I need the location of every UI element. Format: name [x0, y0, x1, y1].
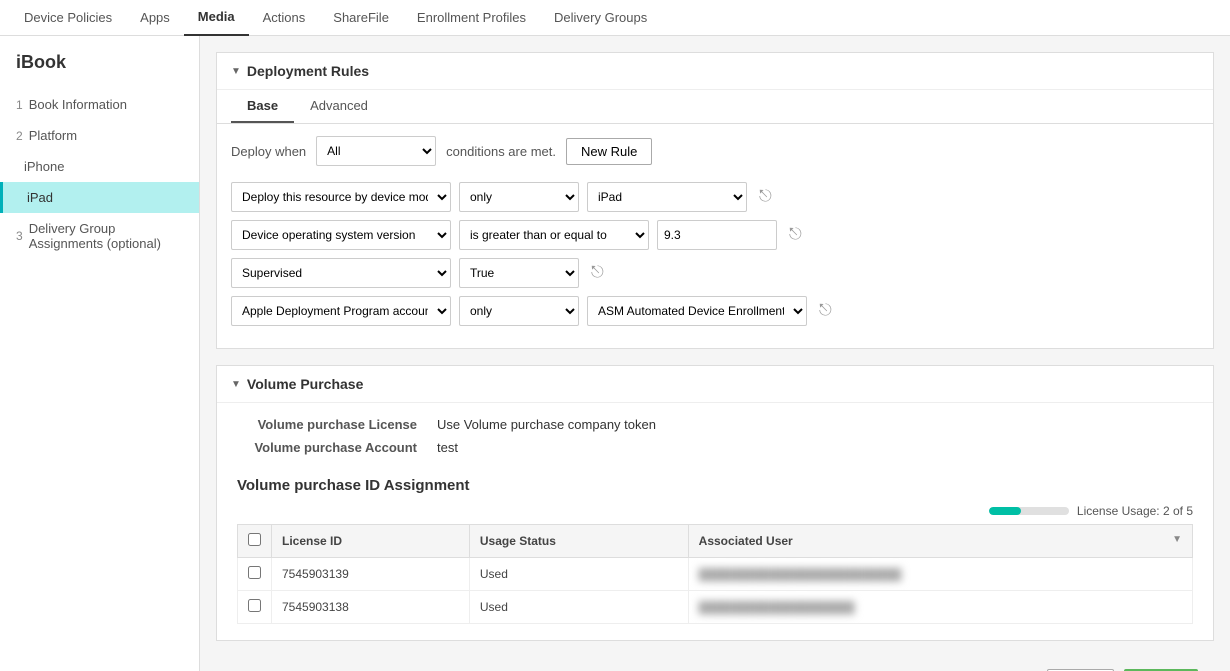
deploy-when-row: Deploy when All conditions are met. New … [217, 124, 1213, 178]
volume-account-label: Volume purchase Account [237, 440, 417, 455]
top-nav: Device Policies Apps Media Actions Share… [0, 0, 1230, 36]
sidebar-ipad[interactable]: iPad [0, 182, 199, 213]
vp-id-title: Volume purchase ID Assignment [237, 477, 1193, 494]
sidebar-delivery-label: Delivery Group Assignments (optional) [29, 221, 183, 251]
row-1-associated-user: ██████████████████████████ [688, 558, 1192, 591]
header-checkbox-cell [238, 525, 272, 558]
rule-3-operator-select[interactable]: True [459, 258, 579, 288]
main-content: ▼ Deployment Rules Base Advanced Deploy … [200, 36, 1230, 671]
new-rule-button[interactable]: New Rule [566, 138, 652, 165]
rule-2-operator-select[interactable]: is greater than or equal to [459, 220, 649, 250]
table-row-2: 7545903138 Used ████████████████████ [238, 591, 1193, 624]
rule-1-operator-select[interactable]: only [459, 182, 579, 212]
rule-row-2: Device operating system version is great… [231, 220, 1199, 250]
row-1-usage-status: Used [469, 558, 688, 591]
sidebar-delivery-groups[interactable]: 3 Delivery Group Assignments (optional) [0, 213, 199, 259]
nav-apps[interactable]: Apps [126, 0, 184, 36]
sidebar-book-information[interactable]: 1 Book Information [0, 89, 199, 120]
deployment-rules-block: ▼ Deployment Rules Base Advanced Deploy … [216, 52, 1214, 349]
rule-3-field-select[interactable]: Supervised [231, 258, 451, 288]
rule-4-remove-icon[interactable]: ⎋ [819, 302, 832, 320]
nav-enrollment-profiles[interactable]: Enrollment Profiles [403, 0, 540, 36]
tab-base[interactable]: Base [231, 90, 294, 123]
vp-id-section: Volume purchase ID Assignment License Us… [217, 477, 1213, 640]
nav-actions[interactable]: Actions [249, 0, 320, 36]
license-usage-row: License Usage: 2 of 5 [237, 504, 1193, 518]
col-license-id: License ID [272, 525, 470, 558]
nav-delivery-groups[interactable]: Delivery Groups [540, 0, 661, 36]
row-2-user-blurred: ████████████████████ [699, 602, 855, 614]
sidebar-iphone[interactable]: iPhone [0, 151, 199, 182]
rule-2-value-input[interactable] [657, 220, 777, 250]
rule-row-3: Supervised True ⎋ [231, 258, 1199, 288]
volume-collapse-arrow-icon: ▼ [231, 379, 241, 390]
volume-license-value: Use Volume purchase company token [437, 417, 656, 432]
rule-4-value-select[interactable]: ASM Automated Device Enrollment [587, 296, 807, 326]
license-table-header: License ID Usage Status Associated User … [238, 525, 1193, 558]
tab-advanced[interactable]: Advanced [294, 90, 384, 123]
rule-rows-container: Deploy this resource by device model onl… [217, 178, 1213, 348]
license-table: License ID Usage Status Associated User … [237, 524, 1193, 624]
rule-4-field-select[interactable]: Apple Deployment Program account name [231, 296, 451, 326]
row-2-license-id: 7545903138 [272, 591, 470, 624]
rule-3-remove-icon[interactable]: ⎋ [591, 264, 604, 282]
main-layout: iBook 1 Book Information 2 Platform iPho… [0, 36, 1230, 671]
rule-2-field-select[interactable]: Device operating system version [231, 220, 451, 250]
collapse-arrow-icon: ▼ [231, 66, 241, 77]
deployment-rules-title: Deployment Rules [247, 63, 369, 79]
row-1-checkbox[interactable] [248, 566, 261, 579]
row-1-license-id: 7545903139 [272, 558, 470, 591]
select-all-checkbox[interactable] [248, 533, 261, 546]
rule-4-operator-select[interactable]: only [459, 296, 579, 326]
row-2-associated-user: ████████████████████ [688, 591, 1192, 624]
rule-1-value-select[interactable]: iPad [587, 182, 747, 212]
rule-1-field-select[interactable]: Deploy this resource by device model [231, 182, 451, 212]
rule-row-1: Deploy this resource by device model onl… [231, 182, 1199, 212]
deploy-when-select[interactable]: All [316, 136, 436, 166]
step-1-num: 1 [16, 98, 23, 112]
volume-purchase-header[interactable]: ▼ Volume Purchase [217, 366, 1213, 403]
usage-bar-container [989, 507, 1069, 515]
nav-device-policies[interactable]: Device Policies [10, 0, 126, 36]
row-1-checkbox-cell [238, 558, 272, 591]
step-2-num: 2 [16, 129, 23, 143]
sort-icon: ▼ [1172, 534, 1182, 545]
footer-bar: Back Next > [216, 657, 1214, 671]
table-header-row: License ID Usage Status Associated User … [238, 525, 1193, 558]
volume-license-row: Volume purchase License Use Volume purch… [237, 417, 1193, 432]
table-row-1: 7545903139 Used ████████████████████████… [238, 558, 1193, 591]
row-2-checkbox-cell [238, 591, 272, 624]
volume-purchase-title: Volume Purchase [247, 376, 363, 392]
volume-account-row: Volume purchase Account test [237, 440, 1193, 455]
rule-1-remove-icon[interactable]: ⎋ [759, 188, 772, 206]
rule-2-remove-icon[interactable]: ⎋ [789, 226, 802, 244]
conditions-met-text: conditions are met. [446, 144, 556, 159]
volume-purchase-content: Volume purchase License Use Volume purch… [217, 403, 1213, 477]
sidebar-title: iBook [0, 52, 199, 89]
row-2-checkbox[interactable] [248, 599, 261, 612]
volume-account-value: test [437, 440, 458, 455]
usage-bar-fill [989, 507, 1021, 515]
deployment-rules-header[interactable]: ▼ Deployment Rules [217, 53, 1213, 90]
sidebar: iBook 1 Book Information 2 Platform iPho… [0, 36, 200, 671]
deploy-when-label: Deploy when [231, 144, 306, 159]
deployment-tabs: Base Advanced [217, 90, 1213, 124]
license-usage-text: License Usage: 2 of 5 [1077, 504, 1193, 518]
step-3-num: 3 [16, 229, 23, 243]
sidebar-platform-label: Platform [29, 128, 77, 143]
col-usage-status: Usage Status [469, 525, 688, 558]
rule-row-4: Apple Deployment Program account name on… [231, 296, 1199, 326]
volume-purchase-block: ▼ Volume Purchase Volume purchase Licens… [216, 365, 1214, 641]
nav-sharefile[interactable]: ShareFile [319, 0, 403, 36]
row-1-user-blurred: ██████████████████████████ [699, 569, 902, 581]
sidebar-book-info-label: Book Information [29, 97, 127, 112]
nav-media[interactable]: Media [184, 0, 249, 36]
col-associated-user: Associated User ▼ [688, 525, 1192, 558]
volume-license-label: Volume purchase License [237, 417, 417, 432]
license-table-body: 7545903139 Used ████████████████████████… [238, 558, 1193, 624]
row-2-usage-status: Used [469, 591, 688, 624]
sidebar-platform[interactable]: 2 Platform [0, 120, 199, 151]
